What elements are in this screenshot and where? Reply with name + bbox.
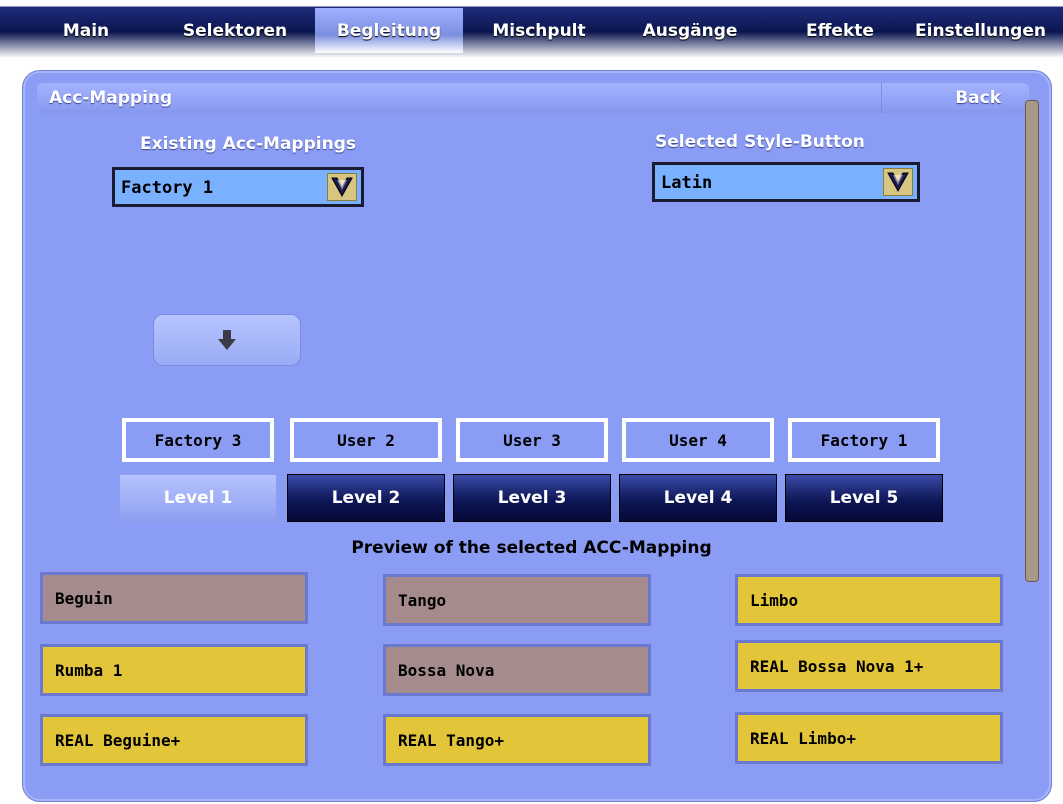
preview-style-bossa-nova[interactable]: Bossa Nova [383,644,651,696]
tab-label: Ausgänge [642,21,738,41]
mapping-slot-5[interactable]: Factory 1 [788,418,940,462]
panel-header: Acc-Mapping [37,83,893,113]
preview-style-real-tango[interactable]: REAL Tango+ [383,714,651,766]
tab-selektoren[interactable]: Selektoren [170,8,300,53]
tab-label: Selektoren [182,21,288,41]
level-2-button[interactable]: Level 2 [287,474,445,522]
level-5-button[interactable]: Level 5 [785,474,943,522]
preview-title: Preview of the selected ACC-Mapping [351,538,712,558]
preview-style-beguin[interactable]: Beguin [40,572,308,624]
preview-style-real-limbo[interactable]: REAL Limbo+ [735,712,1003,764]
top-tab-bar: Main Selektoren Begleitung Mischpult Aus… [0,0,1063,60]
selected-style-label: Selected Style-Button [655,132,865,152]
down-arrow-icon [218,330,236,350]
chevron-down-icon[interactable] [883,168,913,196]
mapping-slot-3[interactable]: User 3 [456,418,608,462]
existing-mappings-value: Factory 1 [121,178,214,198]
apply-mapping-button[interactable] [153,314,301,366]
level-1-button[interactable]: Level 1 [119,474,277,522]
tab-ausgaenge[interactable]: Ausgänge [620,8,760,53]
tab-label: Mischpult [492,21,586,41]
back-button[interactable]: Back [881,83,1029,113]
tab-begleitung[interactable]: Begleitung [315,8,463,53]
mapping-slot-2[interactable]: User 2 [290,418,442,462]
tab-einstellungen[interactable]: Einstellungen [915,8,1063,53]
existing-mappings-label: Existing Acc-Mappings [140,134,356,154]
panel-title: Acc-Mapping [49,88,173,108]
scrollbar[interactable] [1025,100,1039,582]
tab-label: Einstellungen [915,21,1046,41]
selected-style-value: Latin [661,173,713,193]
tab-mischpult[interactable]: Mischpult [474,8,604,53]
preview-style-rumba-1[interactable]: Rumba 1 [40,644,308,696]
preview-style-real-bossa-nova-1[interactable]: REAL Bossa Nova 1+ [735,640,1003,692]
mapping-slot-4[interactable]: User 4 [622,418,774,462]
level-3-button[interactable]: Level 3 [453,474,611,522]
selected-style-dropdown[interactable]: Latin [652,162,920,202]
chevron-down-icon[interactable] [327,173,357,201]
preview-style-tango[interactable]: Tango [383,574,651,626]
tab-effekte[interactable]: Effekte [780,8,900,53]
tab-label: Main [62,21,110,41]
preview-style-real-beguine[interactable]: REAL Beguine+ [40,714,308,766]
tab-label: Effekte [806,21,874,41]
tab-main[interactable]: Main [40,8,132,53]
preview-style-limbo[interactable]: Limbo [735,574,1003,626]
mapping-slot-1[interactable]: Factory 3 [122,418,274,462]
existing-mappings-dropdown[interactable]: Factory 1 [112,167,364,207]
level-4-button[interactable]: Level 4 [619,474,777,522]
tab-label: Begleitung [336,21,442,41]
